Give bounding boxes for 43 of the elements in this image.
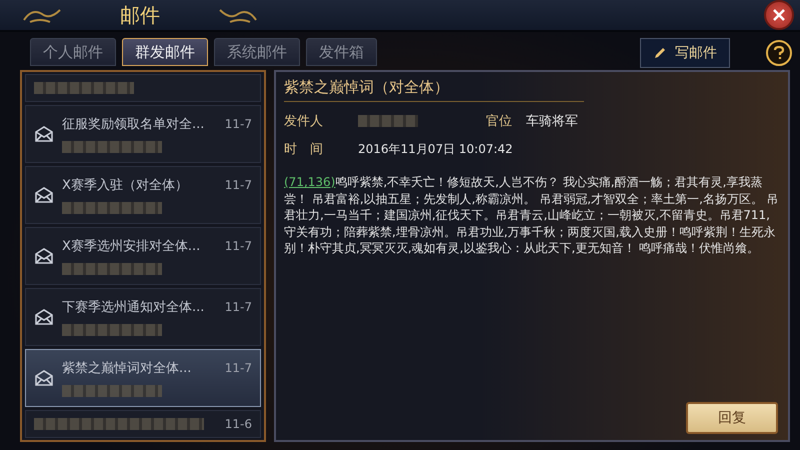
rank-label: 官位 [486,113,512,130]
sender-label: 发件人 [284,113,324,130]
time-value: 2016年11月07日 10:07:42 [358,140,513,158]
pencil-icon [653,46,667,60]
mail-item[interactable]: X赛季选州安排对全体... 11-7 [25,227,261,285]
reply-button[interactable]: 回复 [686,402,778,434]
mail-tab[interactable]: 个人邮件 [30,38,116,66]
coordinate-link[interactable]: (71,136) [284,175,336,189]
mail-subject: 紫禁之巅悼词对全体... [62,360,192,377]
mail-item[interactable]: 11-6 [25,410,261,438]
mail-subject: X赛季选州安排对全体... [62,238,200,255]
help-button[interactable] [766,40,792,66]
mail-date: 11-7 [224,117,252,131]
message-title: 紫禁之巅悼词（对全体） [284,76,584,102]
blurred-sender [358,115,418,127]
mail-date: 11-7 [224,300,252,314]
message-body: (71,136)鸣呼紫禁,不幸夭亡！修短故天,人岂不伤？ 我心实痛,酹酒一觞；君其有灵,享我蒸尝！ 吊君富裕,以抽五星；先发制人,称霸凉州。 吊君弱冠,才智双全；率土第一,名扬万区。 吊君壮力,一马当千；建国凉州,征伐天下。吊君青云,山峰屹立；一朝被灭,不留青史。吊君711,守关有功；陪葬紫禁,埋骨凉州。吊君功业,万事千秋；两度灭国,载入史册！鸣呼紫荆！生死永别！朴守其贞,冥冥灭灭,魂如有灵,以鉴我心：从此天下,更无知音！ 鸣呼痛哉！伏惟尚飨。 [284,174,780,256]
mail-item[interactable]: 征服奖励领取名单对全... 11-7 [25,105,261,163]
mail-subject: X赛季入驻（对全体） [62,177,188,194]
window-title: 邮件 [119,2,161,28]
mail-item[interactable]: 紫禁之巅悼词对全体... 11-7 [25,349,261,407]
rank-value: 车骑将军 [526,113,578,130]
mail-subject: 下赛季选州通知对全体... [62,299,204,316]
mail-item[interactable]: X赛季入驻（对全体） 11-7 [25,166,261,224]
mail-tab[interactable]: 系统邮件 [214,38,300,66]
mail-date: 11-7 [224,239,252,253]
question-mark-icon [773,46,785,60]
mail-tab[interactable]: 群发邮件 [122,38,208,66]
compose-button[interactable]: 写邮件 [640,38,730,68]
close-button[interactable] [764,0,794,30]
envelope-icon [34,247,54,265]
mail-subject: 征服奖励领取名单对全... [62,116,204,133]
close-icon [772,8,786,22]
envelope-icon [34,186,54,204]
envelope-icon [34,308,54,326]
time-label: 时 间 [284,141,324,158]
envelope-icon [34,125,54,143]
mail-tab[interactable]: 发件箱 [306,38,377,66]
mail-date: 11-7 [224,361,252,375]
mail-date: 11-7 [224,178,252,192]
mail-item[interactable]: 下赛季选州通知对全体... 11-7 [25,288,261,346]
envelope-icon [34,369,54,387]
mail-date: 11-6 [224,417,252,431]
